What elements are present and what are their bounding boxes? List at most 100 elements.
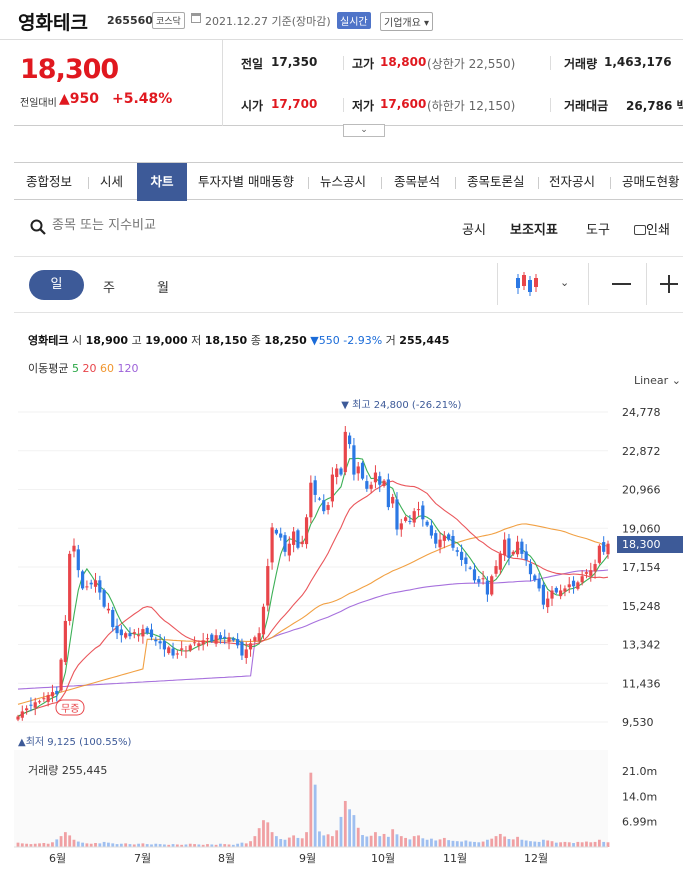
tab-divider [610, 177, 611, 189]
volume-bar [438, 839, 442, 847]
tool-disclosure[interactable]: 공시 [462, 219, 486, 238]
candle-body [559, 590, 563, 597]
corp-info-button[interactable]: 기업개요 ▾ [380, 12, 434, 31]
tab-divider [538, 177, 539, 189]
candle-body [563, 588, 567, 592]
plus-icon-vertical [668, 275, 670, 293]
volume-bar [296, 837, 300, 847]
divider [14, 312, 683, 313]
up-triangle-icon: ▲ [59, 91, 70, 107]
tab-discussion[interactable]: 종목토론실 [467, 163, 525, 201]
high-value: 18,800 [380, 55, 427, 69]
candle-body [451, 535, 455, 548]
prev-value: 17,350 [271, 55, 318, 69]
amount-label: 거래대금 [564, 99, 609, 113]
volume-tick-label: 14.0m [622, 790, 657, 803]
volume-bar [249, 841, 252, 847]
candle-body [309, 482, 313, 518]
volume-bar [386, 836, 390, 847]
tab-quote[interactable]: 시세 [100, 163, 123, 201]
volume-bar [533, 841, 537, 847]
candle-body [98, 580, 102, 593]
volume-bar [563, 841, 567, 847]
price-tick-label: 11,436 [622, 677, 661, 690]
chevron-down-icon: ▾ [424, 18, 430, 29]
volume-bar [98, 843, 102, 847]
candle-body [313, 480, 317, 495]
volume-bar [257, 828, 261, 847]
candle-body [149, 629, 154, 638]
volume-bar [494, 836, 498, 847]
candle-body [287, 543, 291, 556]
tab-news[interactable]: 뉴스공시 [320, 163, 366, 201]
volume-bar [348, 809, 352, 847]
candle-body [378, 476, 382, 485]
volume-bar [85, 843, 89, 847]
volume-label: 거래량 255,445 [28, 764, 107, 777]
volume-bar [374, 832, 377, 847]
candle-body [279, 533, 283, 538]
volume-bar [516, 836, 519, 847]
tab-chart[interactable]: 차트 [137, 163, 187, 201]
quote-date: 2021.12.27 기준(장마감) [205, 15, 331, 28]
volume-bar [352, 815, 356, 847]
volume-bar [580, 842, 584, 847]
tab-disclosure[interactable]: 전자공시 [549, 163, 595, 201]
volume-bar [244, 843, 248, 847]
candlestick-type-icon[interactable] [514, 272, 540, 296]
tool-indicators[interactable]: 보조지표 [510, 219, 558, 238]
month-tick-label: 12월 [524, 852, 548, 865]
divider [588, 263, 589, 305]
volume-bar [253, 836, 257, 847]
volume-bar [503, 836, 507, 847]
market-badge: 코스닥 [152, 12, 185, 29]
volume-bar [585, 841, 588, 847]
compare-search-input[interactable] [52, 218, 352, 233]
candle-body [550, 590, 554, 599]
period-month-button[interactable]: 월 [157, 277, 169, 296]
search-icon[interactable] [30, 219, 46, 235]
candle-body [537, 579, 541, 589]
expand-quote-button[interactable]: ⌄ [343, 124, 385, 137]
tab-analysis[interactable]: 종목분석 [394, 163, 440, 201]
volume-tick-label: 21.0m [622, 765, 657, 778]
candle-body [124, 633, 128, 638]
candle-body [50, 692, 55, 697]
tool-tools[interactable]: 도구 [586, 219, 610, 238]
volume-bar [520, 839, 524, 847]
candle-body [434, 533, 438, 544]
candle-body [403, 517, 408, 521]
chevron-down-icon[interactable]: ⌄ [560, 276, 569, 289]
volume-bar [330, 836, 334, 847]
volume-bar [537, 841, 541, 847]
divider [343, 56, 344, 70]
candle-body [93, 580, 98, 587]
realtime-button[interactable]: 실시간 [337, 12, 371, 29]
period-week-button[interactable]: 주 [103, 277, 115, 296]
tab-short-selling[interactable]: 공매도현황 [622, 163, 683, 201]
amount-value: 26,786 백만 [626, 99, 683, 113]
printer-icon [634, 225, 646, 235]
zoom-in-button[interactable] [660, 275, 678, 293]
tab-summary[interactable]: 종합정보 [26, 163, 72, 201]
candle-body [42, 698, 46, 700]
volume-bar [72, 839, 76, 847]
candle-body [180, 648, 184, 650]
candle-body [25, 708, 29, 711]
scale-selector[interactable]: Linear ⌄ [634, 374, 681, 387]
candle-body [300, 541, 304, 545]
period-day-button[interactable]: 일 [29, 270, 84, 300]
candle-body [464, 557, 468, 565]
candle-body [162, 640, 167, 650]
candle-body [132, 632, 136, 634]
event-label: 무증 [61, 703, 79, 715]
price-chart[interactable]: 24,778 22,872 20,966 19,060 17,154 15,248 13,3… [0, 390, 683, 875]
high-label: 고가 [352, 57, 375, 71]
zoom-out-button[interactable] [612, 283, 631, 285]
candle-body [330, 474, 334, 502]
print-button[interactable]: 인쇄 [634, 219, 670, 238]
candle-body [391, 496, 395, 504]
volume-bar [339, 816, 343, 847]
tab-investor[interactable]: 투자자별 매매동향 [198, 163, 294, 201]
volume-bar [391, 829, 395, 847]
